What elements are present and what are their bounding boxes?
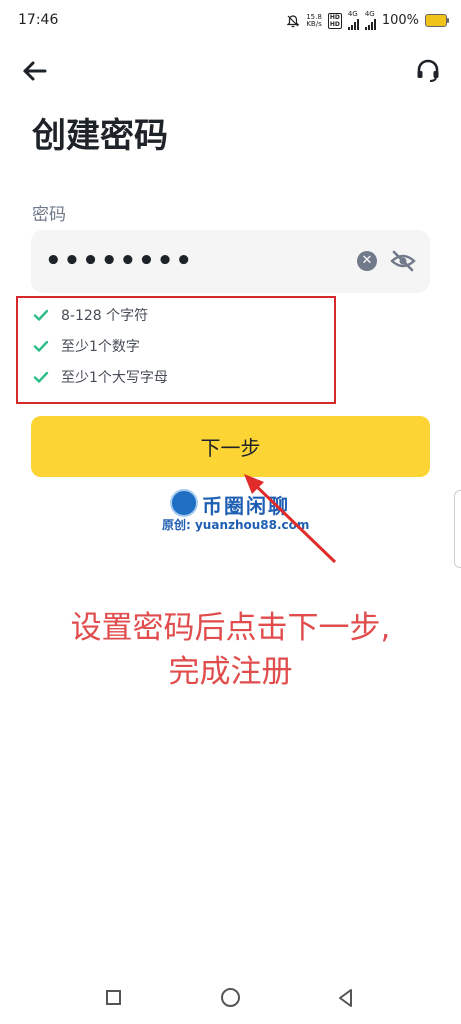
side-panel-handle[interactable]	[454, 490, 461, 568]
check-icon	[33, 371, 49, 383]
signal-2-label: 4G	[364, 10, 375, 18]
signal-2: 4G	[364, 10, 376, 30]
mute-bell-icon	[286, 14, 300, 27]
signal-1-label: 4G	[347, 10, 358, 18]
clear-circle-icon[interactable]: ✕	[357, 251, 377, 271]
system-nav-bar	[0, 980, 461, 1024]
watermark-logo	[170, 489, 198, 517]
requirement-item: 8-128 个字符	[33, 305, 148, 325]
check-icon	[33, 340, 49, 352]
password-input[interactable]: •••••••• ✕	[31, 230, 430, 293]
hd-label-1: HD	[329, 13, 340, 21]
status-icons: 15.8 KB/s HD HD 4G 4G 100%	[286, 10, 449, 30]
status-bar: 17:46 15.8 KB/s HD HD 4G 4G 100%	[0, 0, 461, 44]
hd-indicator: HD HD	[327, 12, 342, 29]
requirement-item: 至少1个大写字母	[33, 367, 168, 387]
signal-2-bars-icon	[364, 18, 376, 30]
net-speed: 15.8 KB/s	[306, 13, 322, 28]
battery-icon	[425, 14, 449, 27]
signal-1: 4G	[347, 10, 359, 30]
back-arrow-icon[interactable]	[22, 58, 48, 84]
annotation-arrow	[244, 474, 337, 564]
hd-label-2: HD	[329, 20, 340, 28]
back-triangle-icon[interactable]	[336, 988, 356, 1008]
password-value[interactable]: ••••••••	[45, 247, 194, 275]
eye-off-icon[interactable]	[390, 248, 416, 274]
net-speed-unit: KB/s	[306, 19, 322, 28]
annotation-line-2: 完成注册	[168, 654, 293, 690]
recent-apps-square-icon[interactable]	[106, 990, 121, 1005]
page-title: 创建密码	[32, 116, 168, 156]
headset-icon[interactable]	[415, 58, 441, 84]
home-circle-icon[interactable]	[221, 988, 240, 1007]
signal-1-bars-icon	[347, 18, 359, 30]
check-icon	[33, 309, 49, 321]
requirement-text: 至少1个数字	[61, 339, 140, 355]
status-time: 17:46	[18, 12, 59, 28]
requirement-text: 至少1个大写字母	[61, 370, 168, 386]
battery-percent: 100%	[381, 13, 419, 28]
requirement-text: 8-128 个字符	[61, 308, 149, 324]
password-label: 密码	[32, 205, 66, 225]
annotation-line-1: 设置密码后点击下一步,	[70, 610, 391, 646]
annotation-text: 设置密码后点击下一步, 完成注册	[0, 606, 461, 694]
requirement-item: 至少1个数字	[33, 336, 140, 356]
